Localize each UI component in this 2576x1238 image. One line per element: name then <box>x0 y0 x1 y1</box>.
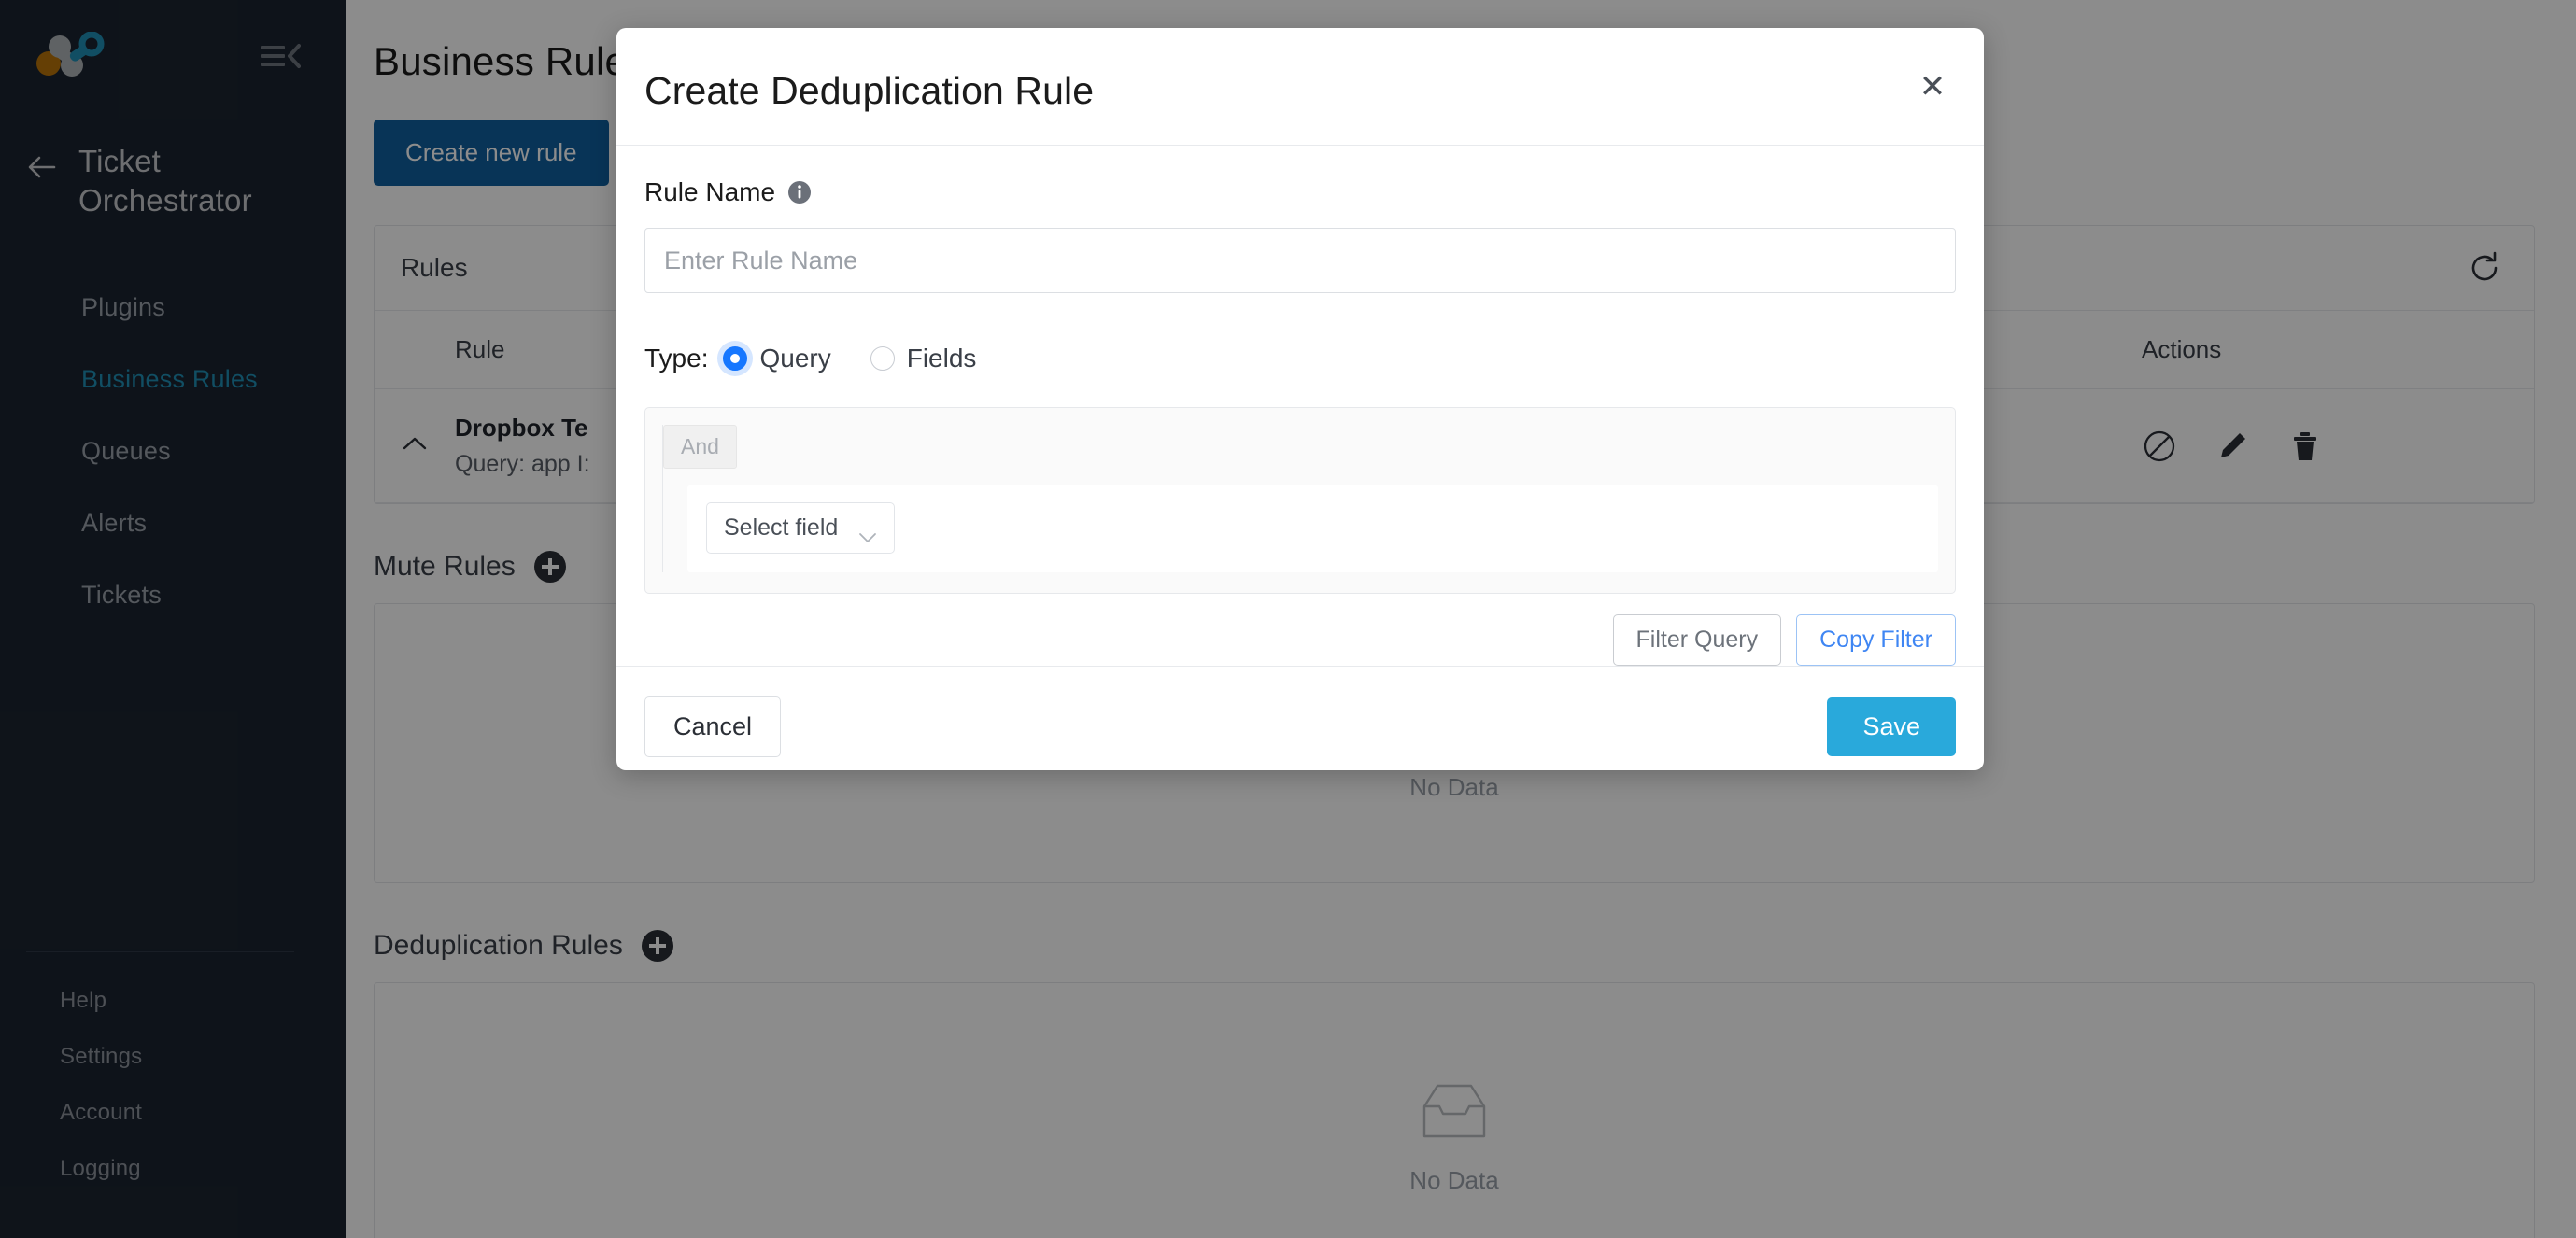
type-label: Type: <box>644 344 709 373</box>
app-root: Ticket Orchestrator Plugins Business Rul… <box>0 0 2576 1238</box>
rule-name-input[interactable] <box>644 228 1956 293</box>
copy-filter-button[interactable]: Copy Filter <box>1796 614 1956 666</box>
info-icon[interactable] <box>787 180 812 204</box>
select-field-dropdown[interactable]: Select field <box>706 502 896 554</box>
cancel-button[interactable]: Cancel <box>644 696 782 757</box>
type-radio-fields[interactable]: Fields <box>870 344 977 373</box>
type-radio-query[interactable]: Query <box>723 344 831 373</box>
rule-name-label-row: Rule Name <box>644 177 1956 207</box>
select-field-label: Select field <box>724 514 839 541</box>
query-rule-row: Select field <box>687 485 1938 572</box>
query-actions: Filter Query Copy Filter <box>644 614 1956 666</box>
filter-query-button[interactable]: Filter Query <box>1612 614 1782 666</box>
radio-dot-query-icon <box>723 346 748 371</box>
create-deduplication-rule-modal: Create Deduplication Rule ✕ Rule Name Ty… <box>616 28 1984 770</box>
save-button[interactable]: Save <box>1827 697 1956 756</box>
combinator-and-button[interactable]: And <box>663 425 737 469</box>
modal-body: Rule Name Type: Query <box>616 146 1984 666</box>
modal-header: Create Deduplication Rule ✕ <box>616 28 1984 146</box>
type-row: Type: Query Fields <box>644 344 1956 373</box>
query-builder: And Select field <box>644 407 1956 594</box>
modal-footer: Cancel Save <box>616 666 1984 789</box>
type-radio-fields-label: Fields <box>906 344 977 373</box>
type-radio-query-label: Query <box>759 344 831 373</box>
rule-name-label: Rule Name <box>644 177 776 206</box>
close-icon[interactable]: ✕ <box>1913 67 1952 106</box>
radio-dot-fields-icon <box>870 346 895 371</box>
query-group: And Select field <box>662 425 1938 572</box>
modal-title: Create Deduplication Rule <box>644 69 1095 112</box>
chevron-down-icon <box>858 523 877 542</box>
